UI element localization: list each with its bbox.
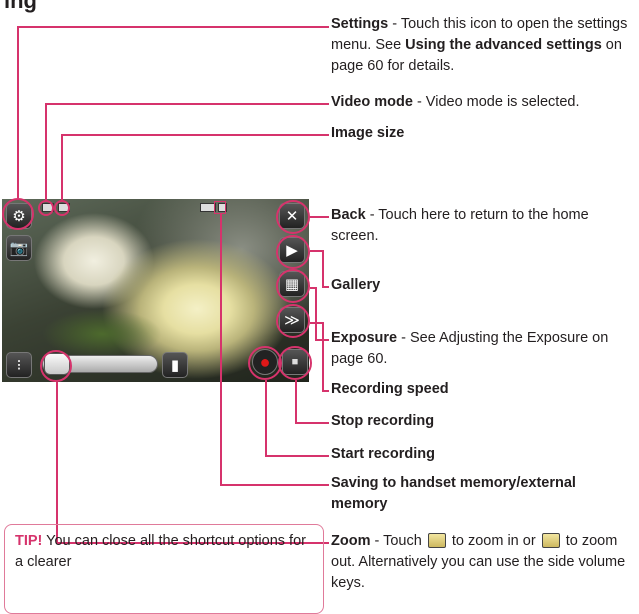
zoom-annotation: Zoom - Touch to zoom in or to zoom out. … xyxy=(331,531,631,594)
callout-line xyxy=(61,134,329,136)
back-annotation: Back - Touch here to return to the home … xyxy=(331,205,631,247)
settings-label: Settings xyxy=(331,16,389,32)
start-recording-label: Start recording xyxy=(331,446,435,462)
image-size-highlight xyxy=(54,200,70,216)
tip-text: You can close all the shortcut options f… xyxy=(15,533,306,570)
callout-line xyxy=(295,422,329,424)
back-label: Back xyxy=(331,207,366,223)
gallery-highlight xyxy=(276,235,310,269)
callout-line xyxy=(322,322,324,390)
video-mode-label: Video mode xyxy=(331,94,413,110)
callout-line xyxy=(61,134,63,200)
callout-line xyxy=(220,214,222,484)
callout-line xyxy=(220,484,329,486)
callout-line xyxy=(56,382,58,542)
settings-annotation: Settings - Touch this icon to open the s… xyxy=(331,14,631,77)
memory-highlight xyxy=(214,201,226,214)
zoom-text-2: to zoom in or xyxy=(447,533,540,549)
tip-box: TIP! You can close all the shortcut opti… xyxy=(4,524,324,614)
page-heading-fragment: ing xyxy=(4,0,37,13)
recording-speed-highlight xyxy=(276,304,310,338)
video-mode-highlight xyxy=(38,200,54,216)
zoom-label: Zoom xyxy=(331,533,371,549)
callout-line xyxy=(265,455,329,457)
start-recording-annotation: Start recording xyxy=(331,444,631,465)
video-mode-text: - Video mode is selected. xyxy=(412,94,580,110)
callout-line xyxy=(17,26,329,28)
callout-line xyxy=(315,287,317,339)
callout-line xyxy=(265,380,267,455)
callout-line xyxy=(310,216,329,218)
callout-line xyxy=(310,250,322,252)
callout-line xyxy=(310,322,322,324)
settings-link-text: Using the advanced settings xyxy=(405,37,602,53)
exposure-highlight xyxy=(276,269,310,303)
gallery-annotation: Gallery xyxy=(331,275,631,296)
video-mode-annotation: Video mode - Video mode is selected. xyxy=(331,92,631,113)
scene-icon[interactable]: ⁝ xyxy=(6,352,32,378)
callout-line xyxy=(322,390,329,392)
stop-recording-label: Stop recording xyxy=(331,413,435,429)
stop-recording-annotation: Stop recording xyxy=(331,411,631,432)
zoom-in-icon xyxy=(427,533,446,548)
exposure-annotation: Exposure - See Adjusting the Exposure on… xyxy=(331,328,631,370)
zoom-highlight xyxy=(40,350,72,382)
back-highlight xyxy=(276,200,310,234)
callout-line xyxy=(45,103,47,200)
callout-line xyxy=(17,26,19,198)
zoom-text-1: - Touch xyxy=(370,533,426,549)
settings-highlight xyxy=(2,198,34,230)
saving-annotation: Saving to handset memory/external memory xyxy=(331,473,621,515)
tip-label: TIP! xyxy=(15,533,43,549)
gallery-label: Gallery xyxy=(331,277,381,293)
callout-line xyxy=(295,380,297,422)
callout-line xyxy=(45,103,329,105)
brightness-icon[interactable]: ▮ xyxy=(162,352,188,378)
saving-label: Saving to handset memory/external memory xyxy=(331,475,576,512)
camera-switch-icon[interactable]: 📷 xyxy=(6,235,32,261)
stop-highlight xyxy=(278,346,312,380)
zoom-out-icon xyxy=(541,533,560,548)
record-highlight xyxy=(248,346,282,380)
recording-speed-label: Recording speed xyxy=(331,381,449,397)
callout-line xyxy=(322,286,329,288)
back-text: - Touch here to return to the home scree… xyxy=(331,207,589,244)
image-size-label: Image size xyxy=(331,125,405,141)
exposure-label: Exposure xyxy=(331,330,398,346)
callout-line xyxy=(322,250,324,286)
recording-speed-annotation: Recording speed xyxy=(331,379,631,400)
image-size-annotation: Image size xyxy=(331,123,631,144)
